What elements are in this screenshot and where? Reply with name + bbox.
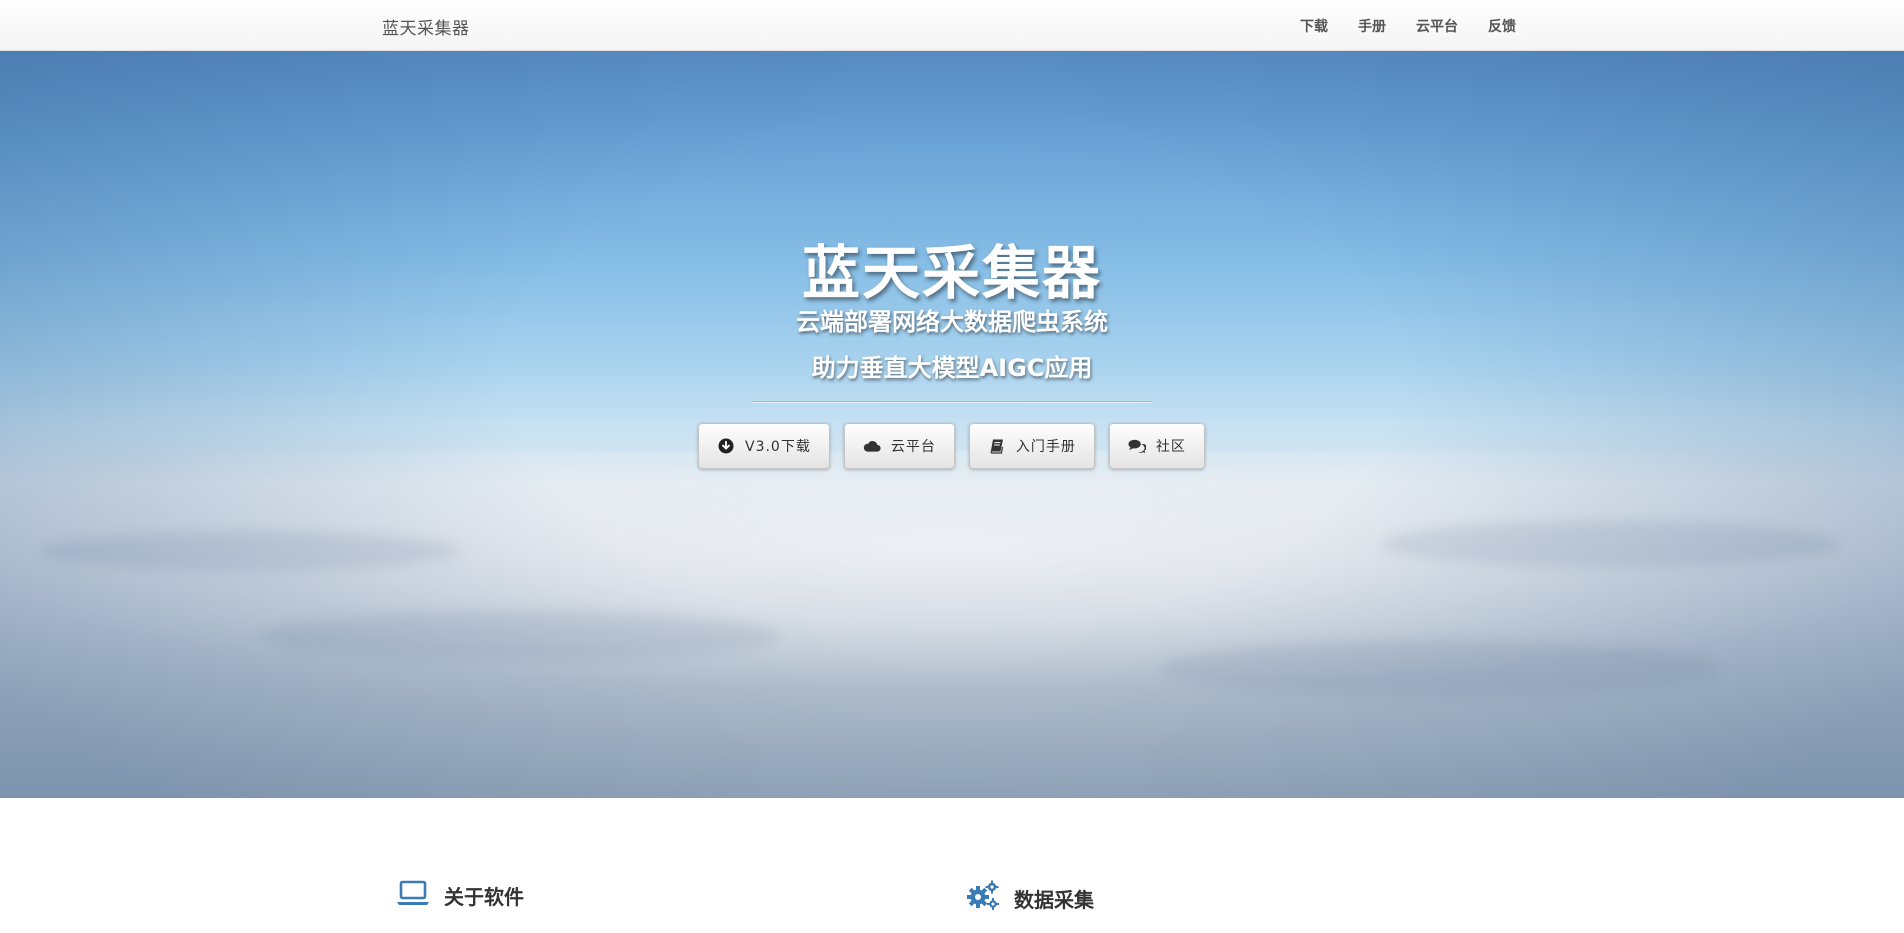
getting-started-button[interactable]: 入门手册 bbox=[968, 423, 1095, 469]
download-circle-icon bbox=[717, 437, 735, 455]
feature-title-about: 关于软件 bbox=[444, 884, 524, 909]
laptop-icon bbox=[396, 880, 430, 910]
cloud-platform-button[interactable]: 云平台 bbox=[843, 423, 955, 469]
feature-about-software: 关于软件 bbox=[396, 880, 524, 910]
features-section bbox=[0, 798, 1904, 933]
community-button[interactable]: 社区 bbox=[1108, 423, 1205, 469]
brand-link[interactable]: 蓝天采集器 bbox=[382, 14, 470, 39]
top-navbar: 蓝天采集器 下载 手册 云平台 反馈 bbox=[0, 0, 1904, 51]
book-icon bbox=[988, 437, 1006, 455]
hero-button-row: V3.0下载 云平台 入门手册 社区 bbox=[698, 423, 1205, 469]
comments-icon bbox=[1128, 437, 1146, 455]
nav-link-feedback[interactable]: 反馈 bbox=[1488, 16, 1516, 36]
community-button-label: 社区 bbox=[1155, 439, 1186, 455]
cloud-icon bbox=[863, 437, 881, 455]
gears-icon bbox=[966, 880, 1000, 916]
nav-link-manual[interactable]: 手册 bbox=[1358, 16, 1386, 36]
nav-links: 下载 手册 云平台 反馈 bbox=[1300, 16, 1546, 36]
feature-title-data-collection: 数据采集 bbox=[1014, 887, 1094, 912]
hero-subtitle-1: 云端部署网络大数据爬虫系统 bbox=[796, 308, 1108, 336]
download-button[interactable]: V3.0下载 bbox=[698, 423, 830, 469]
download-button-label: V3.0下载 bbox=[745, 439, 811, 455]
nav-link-download[interactable]: 下载 bbox=[1300, 16, 1328, 36]
cloud-platform-button-label: 云平台 bbox=[890, 439, 936, 455]
feature-data-collection: 数据采集 bbox=[966, 880, 1094, 916]
hero-title: 蓝天采集器 bbox=[801, 239, 1102, 307]
getting-started-button-label: 入门手册 bbox=[1015, 439, 1076, 455]
hero-divider bbox=[752, 401, 1152, 403]
nav-link-cloud[interactable]: 云平台 bbox=[1416, 16, 1458, 36]
hero-subtitle-2: 助力垂直大模型AIGC应用 bbox=[811, 354, 1093, 382]
